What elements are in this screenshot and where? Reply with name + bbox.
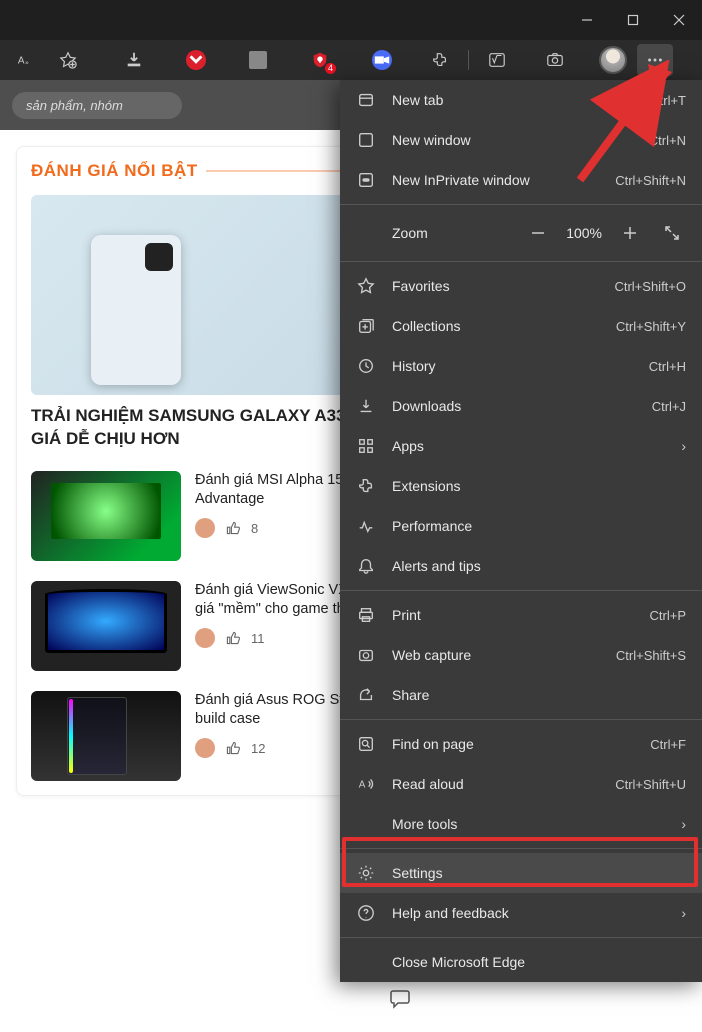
menu-separator xyxy=(340,590,702,591)
add-favorite-icon[interactable] xyxy=(50,44,86,76)
minimize-button[interactable] xyxy=(564,0,610,40)
menu-close-edge[interactable]: Close Microsoft Edge xyxy=(340,942,702,982)
video-icon[interactable] xyxy=(364,44,400,76)
download-menu-icon xyxy=(356,397,376,415)
menu-web-capture[interactable]: Web capture Ctrl+Shift+S xyxy=(340,635,702,675)
menu-downloads[interactable]: Downloads Ctrl+J xyxy=(340,386,702,426)
math-icon[interactable] xyxy=(479,44,515,76)
find-icon xyxy=(356,735,376,753)
puzzle-icon xyxy=(356,477,376,495)
fullscreen-button[interactable] xyxy=(658,219,686,247)
read-aloud-toolbar-icon[interactable]: A» xyxy=(8,44,44,76)
chevron-right-icon: › xyxy=(681,438,686,454)
menu-separator xyxy=(340,261,702,262)
menu-separator xyxy=(340,719,702,720)
menu-separator xyxy=(340,848,702,849)
like-icon[interactable] xyxy=(225,630,241,646)
menu-favorites[interactable]: Favorites Ctrl+Shift+O xyxy=(340,266,702,306)
thumbnail xyxy=(31,691,181,781)
maximize-button[interactable] xyxy=(610,0,656,40)
download-icon[interactable] xyxy=(116,44,152,76)
menu-history[interactable]: History Ctrl+H xyxy=(340,346,702,386)
like-icon[interactable] xyxy=(225,520,241,536)
new-window-icon xyxy=(356,131,376,149)
window-titlebar xyxy=(0,0,702,40)
print-icon xyxy=(356,606,376,624)
chevron-right-icon: › xyxy=(681,905,686,921)
author-avatar xyxy=(195,518,215,538)
zoom-out-button[interactable] xyxy=(524,219,552,247)
chevron-right-icon: › xyxy=(681,816,686,832)
svg-text:A: A xyxy=(18,56,25,67)
menu-alerts[interactable]: Alerts and tips xyxy=(340,546,702,586)
extensions-toolbar-icon[interactable] xyxy=(422,44,458,76)
apps-icon xyxy=(356,437,376,455)
browser-toolbar: A» 4 xyxy=(0,40,702,80)
section-title-text: ĐÁNH GIÁ NỔI BẬT xyxy=(31,161,198,181)
zoom-label: Zoom xyxy=(356,225,510,241)
app-icon-grey[interactable] xyxy=(240,44,276,76)
profile-avatar[interactable] xyxy=(595,44,631,76)
collections-icon xyxy=(356,317,376,335)
browser-menu: New tab Ctrl+T New window Ctrl+N New InP… xyxy=(340,80,702,982)
history-icon xyxy=(356,357,376,375)
menu-collections[interactable]: Collections Ctrl+Shift+Y xyxy=(340,306,702,346)
read-aloud-icon: A xyxy=(356,775,376,793)
menu-extensions[interactable]: Extensions xyxy=(340,466,702,506)
bell-icon xyxy=(356,557,376,575)
menu-new-inprivate[interactable]: New InPrivate window Ctrl+Shift+N xyxy=(340,160,702,200)
svg-text:»: » xyxy=(25,60,29,67)
help-icon xyxy=(356,904,376,922)
zoom-value: 100% xyxy=(566,225,602,241)
menu-apps[interactable]: Apps › xyxy=(340,426,702,466)
more-menu-button[interactable] xyxy=(637,44,673,76)
like-count: 8 xyxy=(251,521,258,536)
star-icon xyxy=(356,277,376,295)
pocket-icon[interactable] xyxy=(178,44,214,76)
toolbar-separator xyxy=(468,50,469,70)
menu-print[interactable]: Print Ctrl+P xyxy=(340,595,702,635)
svg-text:A: A xyxy=(359,780,366,791)
menu-performance[interactable]: Performance xyxy=(340,506,702,546)
gear-icon xyxy=(356,864,376,882)
zoom-in-button[interactable] xyxy=(616,219,644,247)
like-count: 11 xyxy=(251,631,265,646)
like-count: 12 xyxy=(251,741,265,756)
menu-find[interactable]: Find on page Ctrl+F xyxy=(340,724,702,764)
performance-icon xyxy=(356,517,376,535)
author-avatar xyxy=(195,738,215,758)
menu-separator xyxy=(340,204,702,205)
menu-new-window[interactable]: New window Ctrl+N xyxy=(340,120,702,160)
inprivate-icon xyxy=(356,171,376,189)
shield-icon[interactable]: 4 xyxy=(302,44,338,76)
capture-icon xyxy=(356,646,376,664)
comment-icon[interactable] xyxy=(380,978,420,1018)
menu-settings[interactable]: Settings xyxy=(340,853,702,893)
camera-icon[interactable] xyxy=(537,44,573,76)
menu-zoom-row: Zoom 100% xyxy=(340,209,702,257)
like-icon[interactable] xyxy=(225,740,241,756)
author-avatar xyxy=(195,628,215,648)
menu-help[interactable]: Help and feedback › xyxy=(340,893,702,933)
thumbnail xyxy=(31,471,181,561)
menu-read-aloud[interactable]: A Read aloud Ctrl+Shift+U xyxy=(340,764,702,804)
menu-share[interactable]: Share xyxy=(340,675,702,715)
thumbnail xyxy=(31,581,181,671)
share-icon xyxy=(356,686,376,704)
menu-more-tools[interactable]: More tools › xyxy=(340,804,702,844)
menu-separator xyxy=(340,937,702,938)
new-tab-icon xyxy=(356,91,376,109)
search-input[interactable]: sản phẩm, nhóm xyxy=(12,92,182,119)
menu-new-tab[interactable]: New tab Ctrl+T xyxy=(340,80,702,120)
close-button[interactable] xyxy=(656,0,702,40)
badge-count: 4 xyxy=(325,63,336,74)
